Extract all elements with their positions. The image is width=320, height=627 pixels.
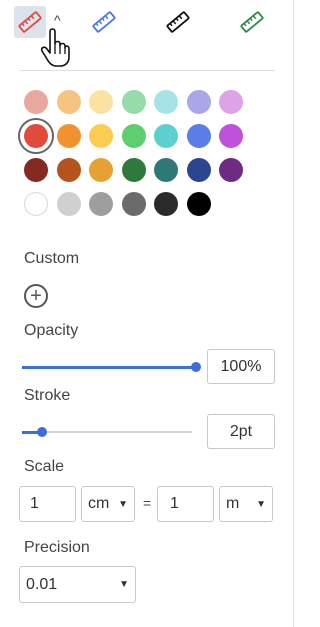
stroke-label: Stroke (24, 387, 71, 404)
color-swatch[interactable] (89, 192, 113, 216)
toolbar-divider (20, 70, 275, 71)
scale-to-value-field[interactable]: 1 (157, 486, 214, 522)
color-swatch[interactable] (219, 90, 243, 114)
ruler-tool-black[interactable] (162, 6, 194, 38)
stroke-value-field[interactable]: 2pt (207, 414, 275, 449)
ruler-tool-green[interactable] (236, 6, 268, 38)
custom-label: Custom (24, 250, 80, 267)
stroke-slider-track (22, 431, 192, 433)
color-swatch[interactable] (219, 158, 243, 182)
color-swatch[interactable] (89, 90, 113, 114)
color-swatch[interactable] (121, 192, 146, 216)
opacity-value: 100% (220, 357, 262, 375)
precision-label: Precision (24, 539, 90, 556)
chevron-down-icon: ▼ (256, 498, 266, 510)
equals-sign: = (143, 495, 152, 511)
plus-circle-icon[interactable]: + (24, 284, 48, 308)
color-swatch[interactable] (154, 124, 178, 148)
color-swatch[interactable] (121, 90, 146, 114)
color-swatch[interactable] (154, 192, 178, 216)
color-swatch[interactable] (24, 158, 48, 182)
scale-from-unit: cm (88, 495, 110, 512)
color-swatch[interactable] (24, 192, 48, 216)
hand-cursor-icon (40, 28, 70, 67)
measurement-style-panel: ^ Custom + Opacity 100% Stroke 2pt Scale… (0, 0, 294, 627)
ruler-tool-blue[interactable] (88, 6, 120, 38)
ruler-icon (240, 11, 264, 33)
opacity-slider-fill (22, 366, 196, 369)
color-swatch[interactable] (154, 90, 178, 114)
color-swatch[interactable] (186, 158, 211, 182)
ruler-icon (166, 11, 190, 33)
color-swatch[interactable] (56, 192, 81, 216)
color-swatch[interactable] (186, 90, 211, 114)
chevron-up-icon[interactable]: ^ (54, 12, 61, 28)
chevron-down-icon: ▼ (118, 498, 128, 510)
color-swatch[interactable] (121, 124, 146, 148)
ruler-icon (92, 11, 116, 33)
stroke-value: 2pt (229, 422, 253, 440)
color-swatch[interactable] (219, 124, 243, 148)
stroke-slider-thumb[interactable] (37, 427, 47, 437)
chevron-down-icon: ▼ (119, 579, 129, 590)
scale-to-unit: m (226, 495, 240, 512)
color-swatch[interactable] (56, 90, 81, 114)
scale-label: Scale (24, 458, 65, 475)
color-swatch[interactable] (154, 158, 178, 182)
color-swatch[interactable] (121, 158, 146, 182)
precision-value: 0.01 (26, 575, 58, 593)
scale-to-unit-select[interactable]: m ▼ (219, 486, 273, 522)
opacity-slider-thumb[interactable] (191, 362, 201, 372)
color-swatch[interactable] (24, 124, 48, 148)
opacity-label: Opacity (24, 322, 79, 339)
scale-from-value-field[interactable]: 1 (19, 486, 76, 522)
color-swatch[interactable] (186, 124, 211, 148)
color-swatch[interactable] (24, 90, 48, 114)
color-swatch[interactable] (56, 158, 81, 182)
color-swatch[interactable] (89, 124, 113, 148)
scale-to-value: 1 (170, 495, 179, 512)
scale-from-unit-select[interactable]: cm ▼ (81, 486, 135, 522)
opacity-value-field[interactable]: 100% (207, 349, 275, 384)
scale-from-value: 1 (30, 495, 39, 512)
color-swatch[interactable] (186, 192, 211, 216)
precision-select[interactable]: 0.01 ▼ (19, 566, 136, 603)
color-swatch[interactable] (56, 124, 81, 148)
color-swatch[interactable] (89, 158, 113, 182)
